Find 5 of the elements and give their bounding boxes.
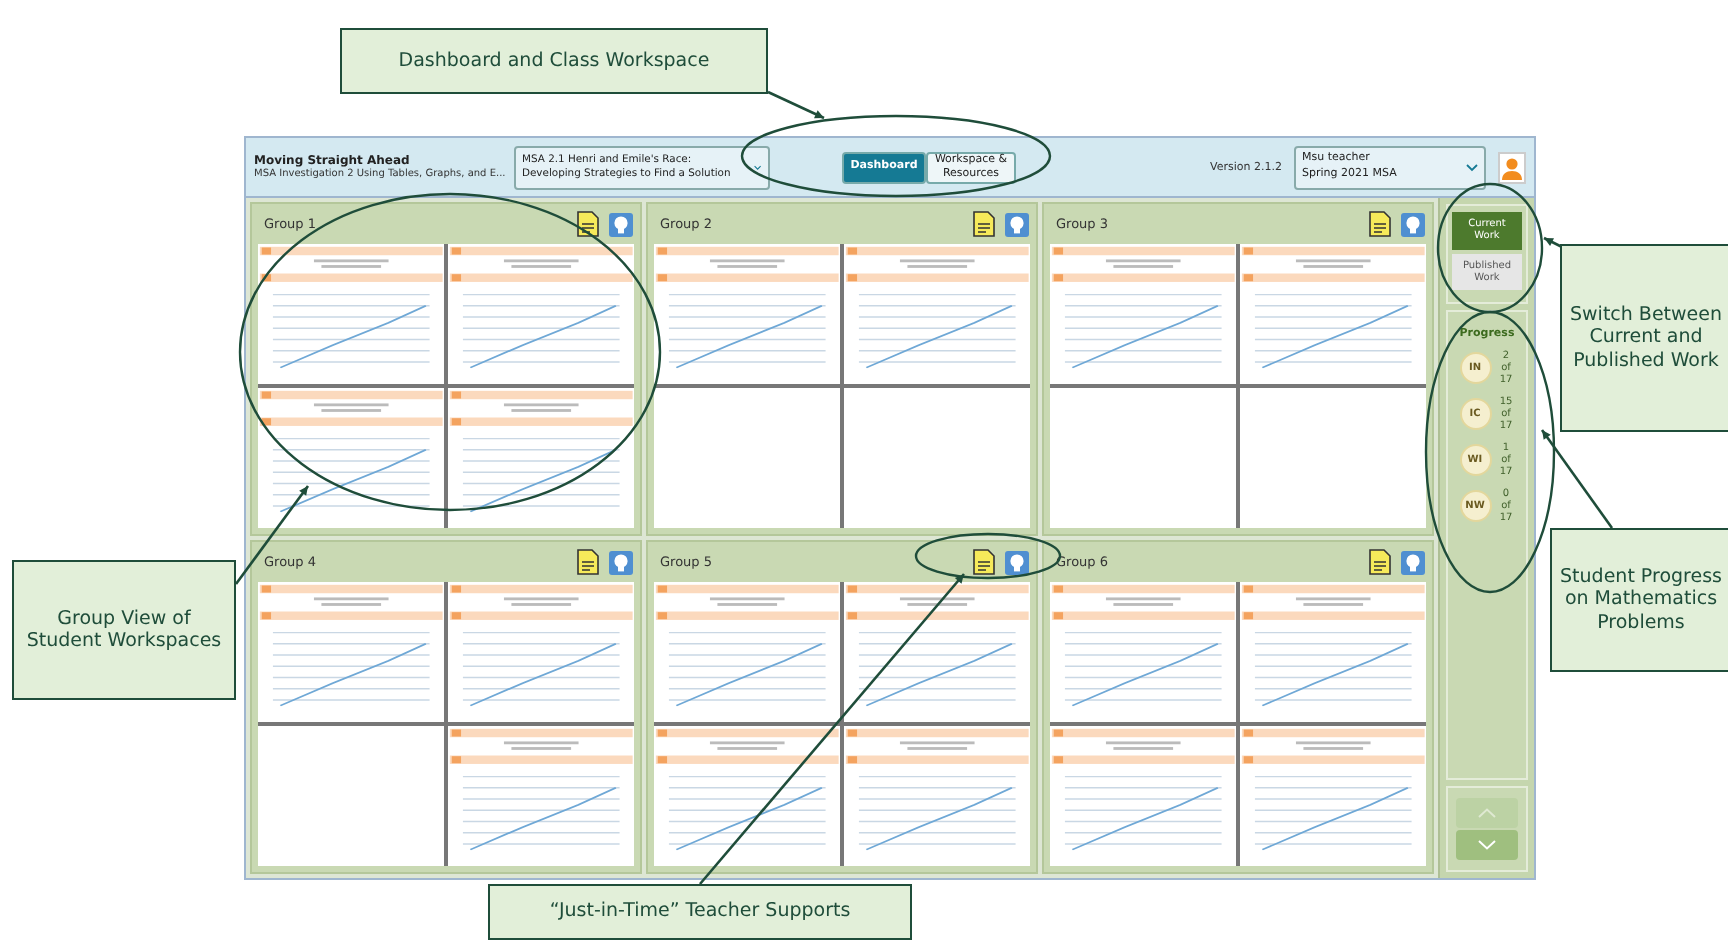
callout-label: Student Progress on Mathematics Problems	[1550, 528, 1728, 672]
callout-label: “Just-in-Time” Teacher Supports	[488, 884, 912, 940]
callout-label: Switch Between Current and Published Work	[1560, 244, 1728, 432]
callout-label: Dashboard and Class Workspace	[340, 28, 768, 94]
callout-label: Group View of Student Workspaces	[12, 560, 236, 700]
